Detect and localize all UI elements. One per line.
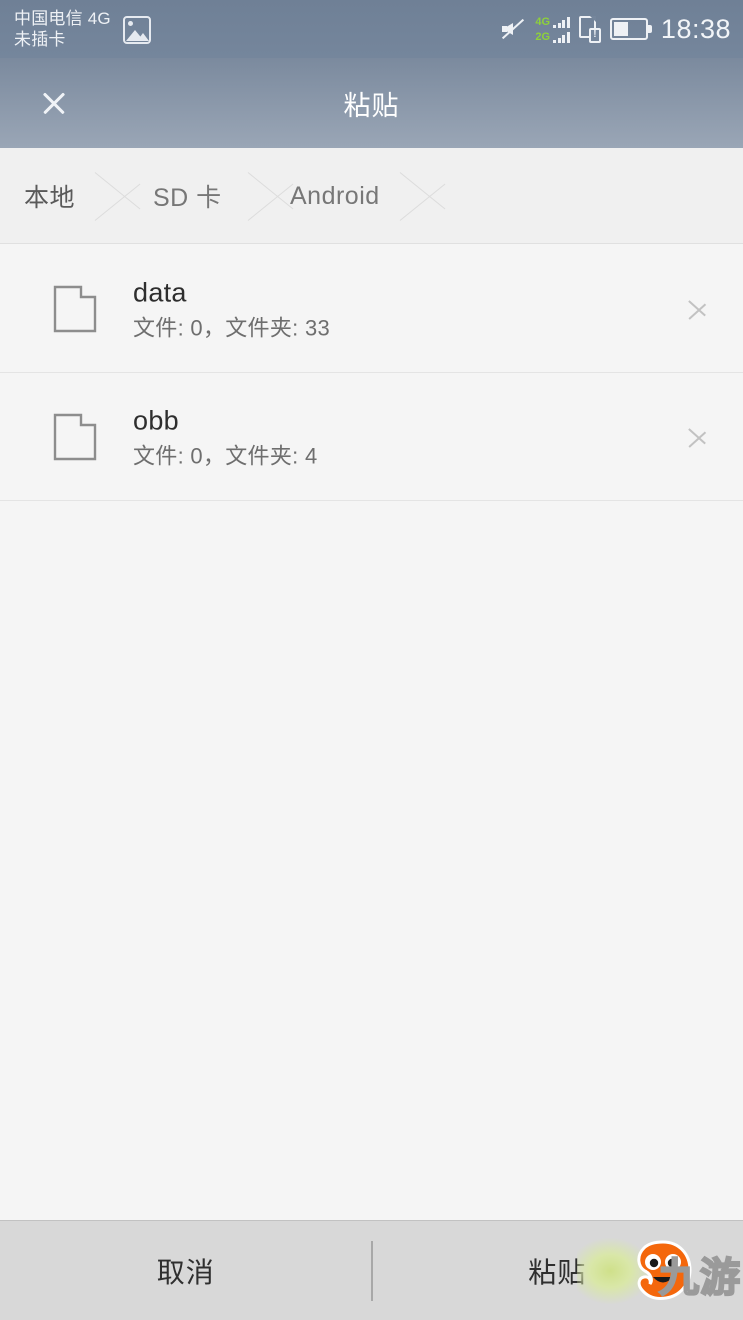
battery-fill	[613, 22, 628, 36]
mute-icon	[500, 16, 526, 42]
breadcrumb-item-local[interactable]: 本地	[24, 148, 75, 243]
breadcrumb-item-android[interactable]: Android	[290, 148, 380, 243]
phone-screen: 中国电信 4G 未插卡 4G 2G ! 18:38 粘贴 本地 SD 卡 And…	[0, 0, 743, 1320]
file-meta: 文件: 0，文件夹: 33	[133, 315, 331, 340]
status-bar: 中国电信 4G 未插卡 4G 2G ! 18:38	[0, 0, 743, 58]
carrier-line-1: 中国电信 4G	[14, 9, 111, 28]
status-bar-left: 中国电信 4G 未插卡	[14, 8, 151, 50]
signal-indicators: 4G 2G	[535, 15, 570, 43]
bottom-divider	[371, 1241, 373, 1301]
row-text-block: data 文件: 0，文件夹: 33	[133, 276, 330, 341]
picture-icon	[122, 16, 151, 44]
breadcrumb-item-sdcard[interactable]: SD 卡	[153, 148, 222, 243]
breadcrumb-separator-3	[400, 148, 456, 243]
file-list: data 文件: 0，文件夹: 33 obb 文件: 0，文件夹: 4	[0, 245, 743, 501]
watermark-text: 九游	[658, 1255, 741, 1301]
folder-icon	[53, 413, 97, 461]
carrier-line-2: 未插卡	[14, 30, 66, 49]
file-name: obb	[133, 405, 179, 435]
file-name: data	[133, 277, 187, 307]
mute-icon-body	[502, 26, 508, 32]
signal-bars-4g	[553, 17, 570, 28]
jiuyou-watermark: 九游	[575, 1232, 743, 1308]
page-title: 粘贴	[343, 90, 400, 121]
close-icon[interactable]	[32, 81, 76, 125]
sim-alert-badge: !	[588, 27, 601, 43]
chevron-right-icon[interactable]	[687, 290, 709, 328]
status-bar-right: 4G 2G ! 18:38	[500, 15, 731, 43]
folder-icon	[53, 285, 97, 333]
signal-label-4g: 4G	[535, 16, 551, 28]
cancel-button[interactable]: 取消	[0, 1221, 372, 1320]
title-bar: 粘贴	[0, 58, 743, 148]
carrier-text: 中国电信 4G 未插卡	[14, 8, 111, 50]
bottom-action-bar: 取消 粘贴 九游	[0, 1220, 743, 1320]
signal-row-4g: 4G	[535, 15, 570, 28]
table-row[interactable]: data 文件: 0，文件夹: 33	[0, 245, 743, 373]
file-meta: 文件: 0，文件夹: 4	[133, 443, 318, 468]
breadcrumb: 本地 SD 卡 Android	[0, 148, 743, 244]
picture-icon-hill-small	[136, 33, 149, 41]
signal-label-2g: 2G	[535, 31, 551, 43]
picture-icon-sun	[127, 21, 133, 26]
signal-row-2g: 2G	[535, 30, 570, 43]
breadcrumb-separator-1	[95, 148, 151, 243]
row-text-block: obb 文件: 0，文件夹: 4	[133, 404, 318, 469]
signal-bars-2g	[553, 32, 570, 43]
clock-text: 18:38	[660, 13, 731, 44]
chevron-right-icon[interactable]	[687, 418, 709, 456]
table-row[interactable]: obb 文件: 0，文件夹: 4	[0, 373, 743, 501]
sim-alert-icon: !	[578, 15, 601, 43]
battery-tip	[647, 25, 652, 33]
battery-icon	[609, 18, 652, 40]
